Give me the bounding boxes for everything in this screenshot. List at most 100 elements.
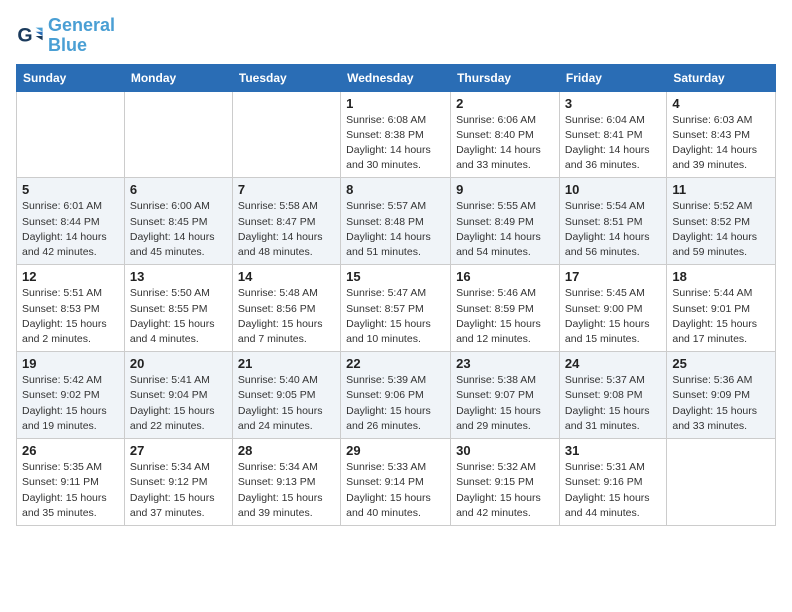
day-number: 14 bbox=[238, 269, 335, 284]
logo: G GeneralBlue bbox=[16, 16, 115, 56]
day-number: 17 bbox=[565, 269, 661, 284]
day-info: Sunrise: 6:03 AM Sunset: 8:43 PM Dayligh… bbox=[672, 113, 770, 174]
day-info: Sunrise: 5:50 AM Sunset: 8:55 PM Dayligh… bbox=[130, 286, 227, 347]
calendar-cell: 13 Sunrise: 5:50 AM Sunset: 8:55 PM Dayli… bbox=[124, 265, 232, 352]
page-header: G GeneralBlue bbox=[16, 16, 776, 56]
calendar-week-row: 12 Sunrise: 5:51 AM Sunset: 8:53 PM Dayli… bbox=[17, 265, 776, 352]
day-info: Sunrise: 5:37 AM Sunset: 9:08 PM Dayligh… bbox=[565, 373, 661, 434]
day-of-week-header: Wednesday bbox=[341, 64, 451, 91]
calendar-cell: 29 Sunrise: 5:33 AM Sunset: 9:14 PM Dayli… bbox=[341, 439, 451, 526]
calendar-cell: 15 Sunrise: 5:47 AM Sunset: 8:57 PM Dayli… bbox=[341, 265, 451, 352]
day-info: Sunrise: 6:00 AM Sunset: 8:45 PM Dayligh… bbox=[130, 199, 227, 260]
day-of-week-header: Thursday bbox=[451, 64, 560, 91]
day-number: 28 bbox=[238, 443, 335, 458]
day-number: 10 bbox=[565, 182, 661, 197]
day-info: Sunrise: 5:46 AM Sunset: 8:59 PM Dayligh… bbox=[456, 286, 554, 347]
day-number: 4 bbox=[672, 96, 770, 111]
day-number: 25 bbox=[672, 356, 770, 371]
calendar-cell: 18 Sunrise: 5:44 AM Sunset: 9:01 PM Dayli… bbox=[667, 265, 776, 352]
calendar-cell: 30 Sunrise: 5:32 AM Sunset: 9:15 PM Dayli… bbox=[451, 439, 560, 526]
day-number: 19 bbox=[22, 356, 119, 371]
calendar-cell bbox=[124, 91, 232, 178]
day-info: Sunrise: 5:35 AM Sunset: 9:11 PM Dayligh… bbox=[22, 460, 119, 521]
day-number: 20 bbox=[130, 356, 227, 371]
day-info: Sunrise: 5:45 AM Sunset: 9:00 PM Dayligh… bbox=[565, 286, 661, 347]
calendar-cell: 1 Sunrise: 6:08 AM Sunset: 8:38 PM Daylig… bbox=[341, 91, 451, 178]
day-info: Sunrise: 5:36 AM Sunset: 9:09 PM Dayligh… bbox=[672, 373, 770, 434]
calendar-cell: 16 Sunrise: 5:46 AM Sunset: 8:59 PM Dayli… bbox=[451, 265, 560, 352]
calendar-cell: 31 Sunrise: 5:31 AM Sunset: 9:16 PM Dayli… bbox=[559, 439, 666, 526]
day-number: 26 bbox=[22, 443, 119, 458]
day-of-week-header: Saturday bbox=[667, 64, 776, 91]
calendar-cell: 6 Sunrise: 6:00 AM Sunset: 8:45 PM Daylig… bbox=[124, 178, 232, 265]
calendar-cell: 23 Sunrise: 5:38 AM Sunset: 9:07 PM Dayli… bbox=[451, 352, 560, 439]
calendar-cell bbox=[232, 91, 340, 178]
day-info: Sunrise: 5:38 AM Sunset: 9:07 PM Dayligh… bbox=[456, 373, 554, 434]
day-of-week-header: Monday bbox=[124, 64, 232, 91]
calendar-cell: 17 Sunrise: 5:45 AM Sunset: 9:00 PM Dayli… bbox=[559, 265, 666, 352]
day-number: 30 bbox=[456, 443, 554, 458]
day-of-week-header: Sunday bbox=[17, 64, 125, 91]
day-number: 1 bbox=[346, 96, 445, 111]
svg-text:G: G bbox=[17, 24, 32, 46]
day-number: 11 bbox=[672, 182, 770, 197]
day-info: Sunrise: 5:55 AM Sunset: 8:49 PM Dayligh… bbox=[456, 199, 554, 260]
calendar-cell: 28 Sunrise: 5:34 AM Sunset: 9:13 PM Dayli… bbox=[232, 439, 340, 526]
logo-text: GeneralBlue bbox=[48, 16, 115, 56]
day-number: 12 bbox=[22, 269, 119, 284]
day-info: Sunrise: 5:52 AM Sunset: 8:52 PM Dayligh… bbox=[672, 199, 770, 260]
day-number: 15 bbox=[346, 269, 445, 284]
calendar-cell: 27Sunrise: 5:34 AM Sunset: 9:12 PM Dayli… bbox=[124, 439, 232, 526]
calendar-cell: 8Sunrise: 5:57 AM Sunset: 8:48 PM Daylig… bbox=[341, 178, 451, 265]
day-info: Sunrise: 6:08 AM Sunset: 8:38 PM Dayligh… bbox=[346, 113, 445, 174]
calendar-body: 1 Sunrise: 6:08 AM Sunset: 8:38 PM Daylig… bbox=[17, 91, 776, 525]
calendar-cell: 5 Sunrise: 6:01 AM Sunset: 8:44 PM Daylig… bbox=[17, 178, 125, 265]
day-info: Sunrise: 5:34 AM Sunset: 9:12 PM Dayligh… bbox=[130, 460, 227, 521]
day-number: 22 bbox=[346, 356, 445, 371]
day-number: 7 bbox=[238, 182, 335, 197]
day-number: 2 bbox=[456, 96, 554, 111]
day-info: Sunrise: 5:44 AM Sunset: 9:01 PM Dayligh… bbox=[672, 286, 770, 347]
calendar-cell: 20 Sunrise: 5:41 AM Sunset: 9:04 PM Dayli… bbox=[124, 352, 232, 439]
calendar-cell: 12 Sunrise: 5:51 AM Sunset: 8:53 PM Dayli… bbox=[17, 265, 125, 352]
day-number: 13 bbox=[130, 269, 227, 284]
day-number: 8 bbox=[346, 182, 445, 197]
day-info: Sunrise: 6:06 AM Sunset: 8:40 PM Dayligh… bbox=[456, 113, 554, 174]
calendar-cell: 3Sunrise: 6:04 AM Sunset: 8:41 PM Daylig… bbox=[559, 91, 666, 178]
calendar-week-row: 1 Sunrise: 6:08 AM Sunset: 8:38 PM Daylig… bbox=[17, 91, 776, 178]
calendar-cell: 2 Sunrise: 6:06 AM Sunset: 8:40 PM Daylig… bbox=[451, 91, 560, 178]
day-of-week-header: Tuesday bbox=[232, 64, 340, 91]
day-info: Sunrise: 5:39 AM Sunset: 9:06 PM Dayligh… bbox=[346, 373, 445, 434]
day-number: 21 bbox=[238, 356, 335, 371]
day-info: Sunrise: 5:51 AM Sunset: 8:53 PM Dayligh… bbox=[22, 286, 119, 347]
day-number: 6 bbox=[130, 182, 227, 197]
day-info: Sunrise: 5:41 AM Sunset: 9:04 PM Dayligh… bbox=[130, 373, 227, 434]
calendar-week-row: 26 Sunrise: 5:35 AM Sunset: 9:11 PM Dayli… bbox=[17, 439, 776, 526]
day-info: Sunrise: 5:47 AM Sunset: 8:57 PM Dayligh… bbox=[346, 286, 445, 347]
day-info: Sunrise: 5:32 AM Sunset: 9:15 PM Dayligh… bbox=[456, 460, 554, 521]
day-number: 23 bbox=[456, 356, 554, 371]
calendar-cell: 4 Sunrise: 6:03 AM Sunset: 8:43 PM Daylig… bbox=[667, 91, 776, 178]
day-info: Sunrise: 5:54 AM Sunset: 8:51 PM Dayligh… bbox=[565, 199, 661, 260]
day-number: 29 bbox=[346, 443, 445, 458]
calendar-week-row: 5 Sunrise: 6:01 AM Sunset: 8:44 PM Daylig… bbox=[17, 178, 776, 265]
logo-icon: G bbox=[16, 22, 44, 50]
calendar-cell bbox=[667, 439, 776, 526]
day-info: Sunrise: 5:48 AM Sunset: 8:56 PM Dayligh… bbox=[238, 286, 335, 347]
day-number: 18 bbox=[672, 269, 770, 284]
day-info: Sunrise: 5:40 AM Sunset: 9:05 PM Dayligh… bbox=[238, 373, 335, 434]
day-number: 16 bbox=[456, 269, 554, 284]
calendar-cell: 24Sunrise: 5:37 AM Sunset: 9:08 PM Dayli… bbox=[559, 352, 666, 439]
day-info: Sunrise: 5:33 AM Sunset: 9:14 PM Dayligh… bbox=[346, 460, 445, 521]
calendar-week-row: 19Sunrise: 5:42 AM Sunset: 9:02 PM Dayli… bbox=[17, 352, 776, 439]
calendar-cell: 21 Sunrise: 5:40 AM Sunset: 9:05 PM Dayli… bbox=[232, 352, 340, 439]
day-info: Sunrise: 6:01 AM Sunset: 8:44 PM Dayligh… bbox=[22, 199, 119, 260]
calendar-cell: 14 Sunrise: 5:48 AM Sunset: 8:56 PM Dayli… bbox=[232, 265, 340, 352]
calendar-cell: 25 Sunrise: 5:36 AM Sunset: 9:09 PM Dayli… bbox=[667, 352, 776, 439]
day-info: Sunrise: 5:31 AM Sunset: 9:16 PM Dayligh… bbox=[565, 460, 661, 521]
day-number: 5 bbox=[22, 182, 119, 197]
day-info: Sunrise: 6:04 AM Sunset: 8:41 PM Dayligh… bbox=[565, 113, 661, 174]
day-info: Sunrise: 5:34 AM Sunset: 9:13 PM Dayligh… bbox=[238, 460, 335, 521]
day-info: Sunrise: 5:58 AM Sunset: 8:47 PM Dayligh… bbox=[238, 199, 335, 260]
day-number: 31 bbox=[565, 443, 661, 458]
